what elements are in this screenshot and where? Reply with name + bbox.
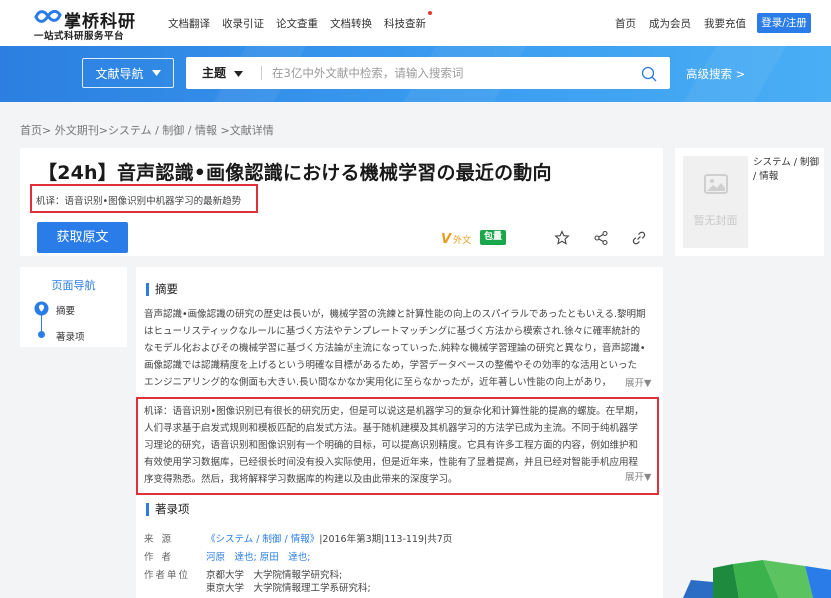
section-bar [146, 282, 149, 296]
breadcrumb[interactable]: 首页> 外文期刊>システム / 制御 / 情報 >文献详情 [20, 122, 274, 138]
no-cover-label: 暂无封面 [693, 214, 738, 227]
link-membership[interactable]: 成为会员 [649, 16, 691, 31]
mt-abstract-line: 人们寻求基于启发式规则和模板匹配的启发式方法。基于随机建模及其机器学习的方法学已… [144, 423, 639, 434]
cover-card: 暂无封面 システム / 制御 / 情報 [675, 148, 824, 256]
abstract-heading-text: 摘要 [155, 282, 178, 296]
journal-link[interactable]: 《システム / 制御 / 情報》 [206, 534, 319, 545]
v-mark-icon: V [441, 231, 452, 247]
article-header-card: 【24h】音声認識•画像認識における機械学習の最近の動向 机译：语音识别•图像识… [20, 148, 663, 256]
foreign-language-badge: V 外文 [441, 231, 472, 247]
link-home[interactable]: 首页 [615, 16, 636, 31]
mt-abstract-line: 机译：语音识别•图像识别已有很长的研究历史，但是可以说这是机器学习的复杂化和计算… [144, 406, 644, 417]
author-links[interactable]: 河原 達也; 原田 達也; [206, 549, 310, 563]
record-heading: 著录项 [146, 501, 190, 517]
abstract-text: 音声認識•画像認識の研究の歴史は長いが，機械学習の洗練と計算性能の向上のスパイラ… [144, 306, 656, 391]
unit-line: 東京大学 大学院情報理工学系研究科; [206, 583, 371, 594]
new-dot-badge [428, 11, 432, 15]
meta-author-key: 作者 [144, 552, 180, 563]
issue-info: |2016年第3期|113-119|共7页 [319, 534, 453, 545]
mt-abstract-line: 序变得熟悉。然后，我将解释学习数据库的构建以及由此带来的深度学习。 [144, 474, 458, 485]
caret-down-icon [234, 71, 244, 77]
page-nav-card: 页面导航 摘要 著录项 [20, 267, 127, 347]
unit-line: 京都大学 大学院情報学研究科; [206, 570, 343, 581]
nav-doc-convert[interactable]: 文档转换 [330, 16, 372, 31]
article-title: 【24h】音声認識•画像認識における機械学習の最近の動向 [38, 162, 552, 184]
nav-novelty-search-label: 科技查新 [384, 18, 426, 30]
search-field-label: 主题 [202, 66, 227, 80]
abstract-line: はヒューリスティックなルールに基づく方法やテンプレートマッチングに基づく方法から… [144, 326, 641, 337]
nav-doc-translate[interactable]: 文档翻译 [168, 16, 210, 31]
caret-down-icon [151, 70, 161, 76]
nav-plagiarism-check[interactable]: 论文查重 [276, 16, 318, 31]
search-icon[interactable] [641, 66, 657, 82]
mt-abstract-line: 有效使用学习数据库，已经很长时间没有投入实际使用，但是近年来，性能有了显着提高，… [144, 457, 639, 468]
top-nav: 文档翻译 收录引证 论文查重 文档转换 科技查新 [168, 11, 432, 31]
logo[interactable]: 掌桥科研 一站式科研服务平台 [34, 7, 144, 42]
mt-abstract-line: 习理论的研究，语音识别和图像识别有一个明确的目标，可以提高识别精度。它具有许多工… [144, 440, 639, 451]
abstract-expand-toggle[interactable]: 展开▼ [625, 375, 652, 389]
page-nav-record[interactable]: 著录项 [56, 329, 85, 343]
link-icon[interactable] [631, 230, 647, 246]
abstract-line: なモデル化およびその機械学習に基づく方法論が主流になっていった.純粋な機械学習理… [144, 343, 646, 354]
nav-citation[interactable]: 收录引证 [222, 16, 264, 31]
search-band: 文献导航 主题 高级搜索 > [0, 46, 831, 102]
abstract-line: 画像認識では認識精度を上げるという明確な目標があるため，学習データベースの整備や… [144, 360, 638, 371]
literature-nav-label: 文献导航 [95, 66, 144, 81]
advanced-search-link[interactable]: 高级搜索 > [686, 66, 745, 82]
literature-nav-button[interactable]: 文献导航 [82, 58, 174, 88]
section-bar [146, 502, 149, 516]
top-header: 掌桥科研 一站式科研服务平台 文档翻译 收录引证 论文查重 文档转换 科技查新 … [0, 0, 831, 46]
meta-source-key: 来源 [144, 534, 180, 545]
cover-placeholder: 暂无封面 [683, 156, 748, 248]
abstract-heading: 摘要 [146, 281, 178, 297]
journal-category[interactable]: システム / 制御 / 情報 [753, 156, 819, 184]
link-recharge[interactable]: 我要充值 [704, 16, 746, 31]
page-nav-title: 页面导航 [51, 279, 96, 292]
get-fulltext-button[interactable]: 获取原文 [37, 222, 128, 253]
search-input[interactable] [272, 61, 612, 85]
search-divider [261, 66, 262, 80]
image-placeholder-icon [704, 174, 728, 194]
logo-mark-icon [34, 9, 62, 23]
content-card: 摘要 音声認識•画像認識の研究の歴史は長いが，機械学習の洗練と計算性能の向上のス… [136, 267, 663, 598]
meta-source-value: 《システム / 制御 / 情報》|2016年第3期|113-119|共7页 [206, 531, 452, 545]
page-nav-abstract[interactable]: 摘要 [56, 303, 75, 317]
machine-translated-abstract: 机译：语音识别•图像识别已有很长的研究历史，但是可以说这是机器学习的复杂化和计算… [144, 403, 656, 488]
nav-novelty-search[interactable]: 科技查新 [384, 11, 432, 31]
abstract-line: エンジニアリング的な側面も大きい.長い間なかなか実用化に至らなかったが，近年著し… [144, 377, 612, 388]
mt-abstract-expand-toggle[interactable]: 展开▼ [625, 469, 652, 483]
search-field-select[interactable]: 主题 [202, 57, 244, 89]
decorative-graphic [683, 560, 831, 598]
search-box: 主题 [186, 57, 670, 89]
machine-translated-title: 机译：语音识别•图像识别中机器学习的最新趋势 [36, 196, 242, 207]
record-heading-text: 著录项 [155, 502, 190, 516]
location-pin-icon [34, 301, 49, 316]
nav-dot [38, 331, 45, 338]
logo-tagline: 一站式科研服务平台 [34, 31, 125, 42]
login-register-button[interactable]: 登录/注册 [757, 13, 811, 33]
abstract-line: 音声認識•画像認識の研究の歴史は長いが，機械学習の洗練と計算性能の向上のスパイラ… [144, 309, 646, 320]
foreign-label: 外文 [453, 235, 472, 246]
package-badge: 包量 [480, 230, 506, 245]
meta-unit-key: 作者单位 [144, 570, 191, 581]
share-icon[interactable] [593, 230, 609, 246]
star-icon[interactable] [554, 230, 570, 246]
top-links: 首页 成为会员 我要充值 [615, 16, 746, 31]
